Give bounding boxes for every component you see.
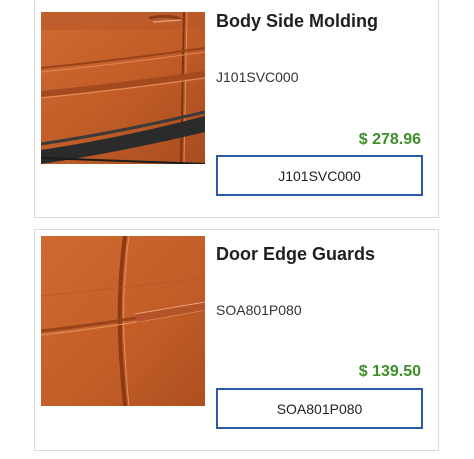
part-number-button[interactable]: SOA801P080 (216, 388, 423, 429)
product-sku: SOA801P080 (216, 302, 302, 318)
car-door-photo (41, 236, 205, 406)
product-sku: J101SVC000 (216, 69, 299, 85)
product-price: $ 139.50 (358, 363, 421, 380)
product-image-door-edge-guards[interactable] (41, 236, 205, 406)
part-number-button[interactable]: J101SVC000 (216, 155, 423, 196)
product-card: Door Edge Guards SOA801P080 $ 139.50 SOA… (34, 229, 439, 451)
product-card: Body Side Molding J101SVC000 $ 278.96 J1… (34, 0, 439, 218)
product-title[interactable]: Door Edge Guards (216, 244, 375, 265)
product-title[interactable]: Body Side Molding (216, 11, 378, 32)
product-price: $ 278.96 (358, 131, 421, 148)
car-side-photo (41, 12, 205, 164)
product-image-body-side-molding[interactable] (41, 12, 205, 164)
